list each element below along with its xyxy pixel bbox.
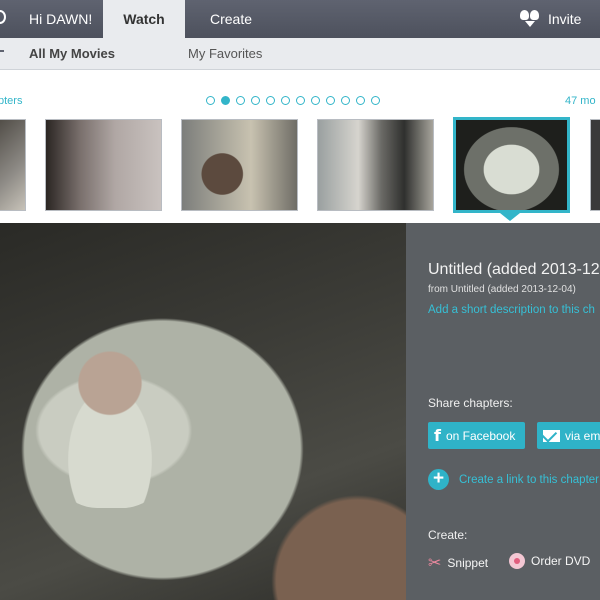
page-dot[interactable] [326,96,335,105]
tab-create[interactable]: Create [210,0,252,38]
thumbnail-image [182,120,297,210]
create-heading: Create: [428,528,468,542]
add-description-link[interactable]: Add a short description to this ch [428,304,595,316]
page-dot[interactable] [281,96,290,105]
chapter-thumbnail[interactable] [181,119,298,211]
selection-pointer-icon [500,213,520,221]
page-dot[interactable] [356,96,365,105]
people-icon [520,10,540,28]
chapter-thumbnail[interactable] [317,119,434,211]
facebook-icon: f [434,426,441,445]
chapter-thumbnail[interactable] [45,119,162,211]
chapter-thumbnail[interactable] [0,119,26,211]
thumbnail-image [456,120,567,210]
thumbnail-image [591,120,600,210]
video-player[interactable] [0,223,406,600]
thumbnail-image [0,120,25,210]
snippet-button[interactable]: ✂ Snippet [428,553,488,572]
disc-icon [509,553,525,569]
order-dvd-button[interactable]: Order DVD [509,553,590,569]
create-link-button[interactable]: + Create a link to this chapter [428,469,599,490]
create-link-label: Create a link to this chapter [459,473,599,486]
top-navbar: Hi DAWN! Watch Create Invite [0,0,600,38]
logo-icon[interactable] [0,10,6,24]
chapter-thumbnail-selected[interactable] [453,117,570,213]
envelope-icon [543,429,560,442]
sub-navbar: All My Movies My Favorites [0,38,600,70]
user-greeting[interactable]: Hi DAWN! [29,0,92,38]
chapter-strip: pters 47 mo [0,71,600,223]
page-dot[interactable] [206,96,215,105]
chapter-thumbnail[interactable] [590,119,600,211]
page-dot[interactable] [236,96,245,105]
page-dot[interactable] [221,96,230,105]
share-heading: Share chapters: [428,396,513,410]
chapters-link[interactable]: pters [0,95,22,107]
chapter-info-panel: Untitled (added 2013-12 from Untitled (a… [406,223,600,600]
more-movies-link[interactable]: 47 mo [565,95,596,107]
facebook-button-label: on Facebook [445,428,516,443]
chapter-title: Untitled (added 2013-12 [428,261,600,278]
tab-watch[interactable]: Watch [103,0,185,38]
tab-all-my-movies[interactable]: All My Movies [29,38,115,70]
email-button-label: via em [565,428,600,443]
chevron-left-icon[interactable] [0,44,4,52]
tab-my-favorites[interactable]: My Favorites [188,38,262,70]
plus-icon: + [428,469,449,490]
page-dot[interactable] [341,96,350,105]
share-email-button[interactable]: via em [537,422,600,449]
invite-button[interactable]: Invite [520,0,581,38]
invite-label: Invite [548,11,582,27]
scissors-icon: ✂ [428,553,442,572]
page-dot[interactable] [296,96,305,105]
page-dot[interactable] [371,96,380,105]
video-frame-content [45,348,175,508]
chapter-source: from Untitled (added 2013-12-04) [428,284,576,295]
thumbnail-image [46,120,161,210]
share-facebook-button[interactable]: f on Facebook [428,422,525,449]
snippet-label: Snippet [447,555,489,570]
order-dvd-label: Order DVD [531,554,591,568]
page-dot[interactable] [251,96,260,105]
thumbnail-image [318,120,433,210]
page-dot[interactable] [311,96,320,105]
page-dots [206,96,380,105]
page-dot[interactable] [266,96,275,105]
